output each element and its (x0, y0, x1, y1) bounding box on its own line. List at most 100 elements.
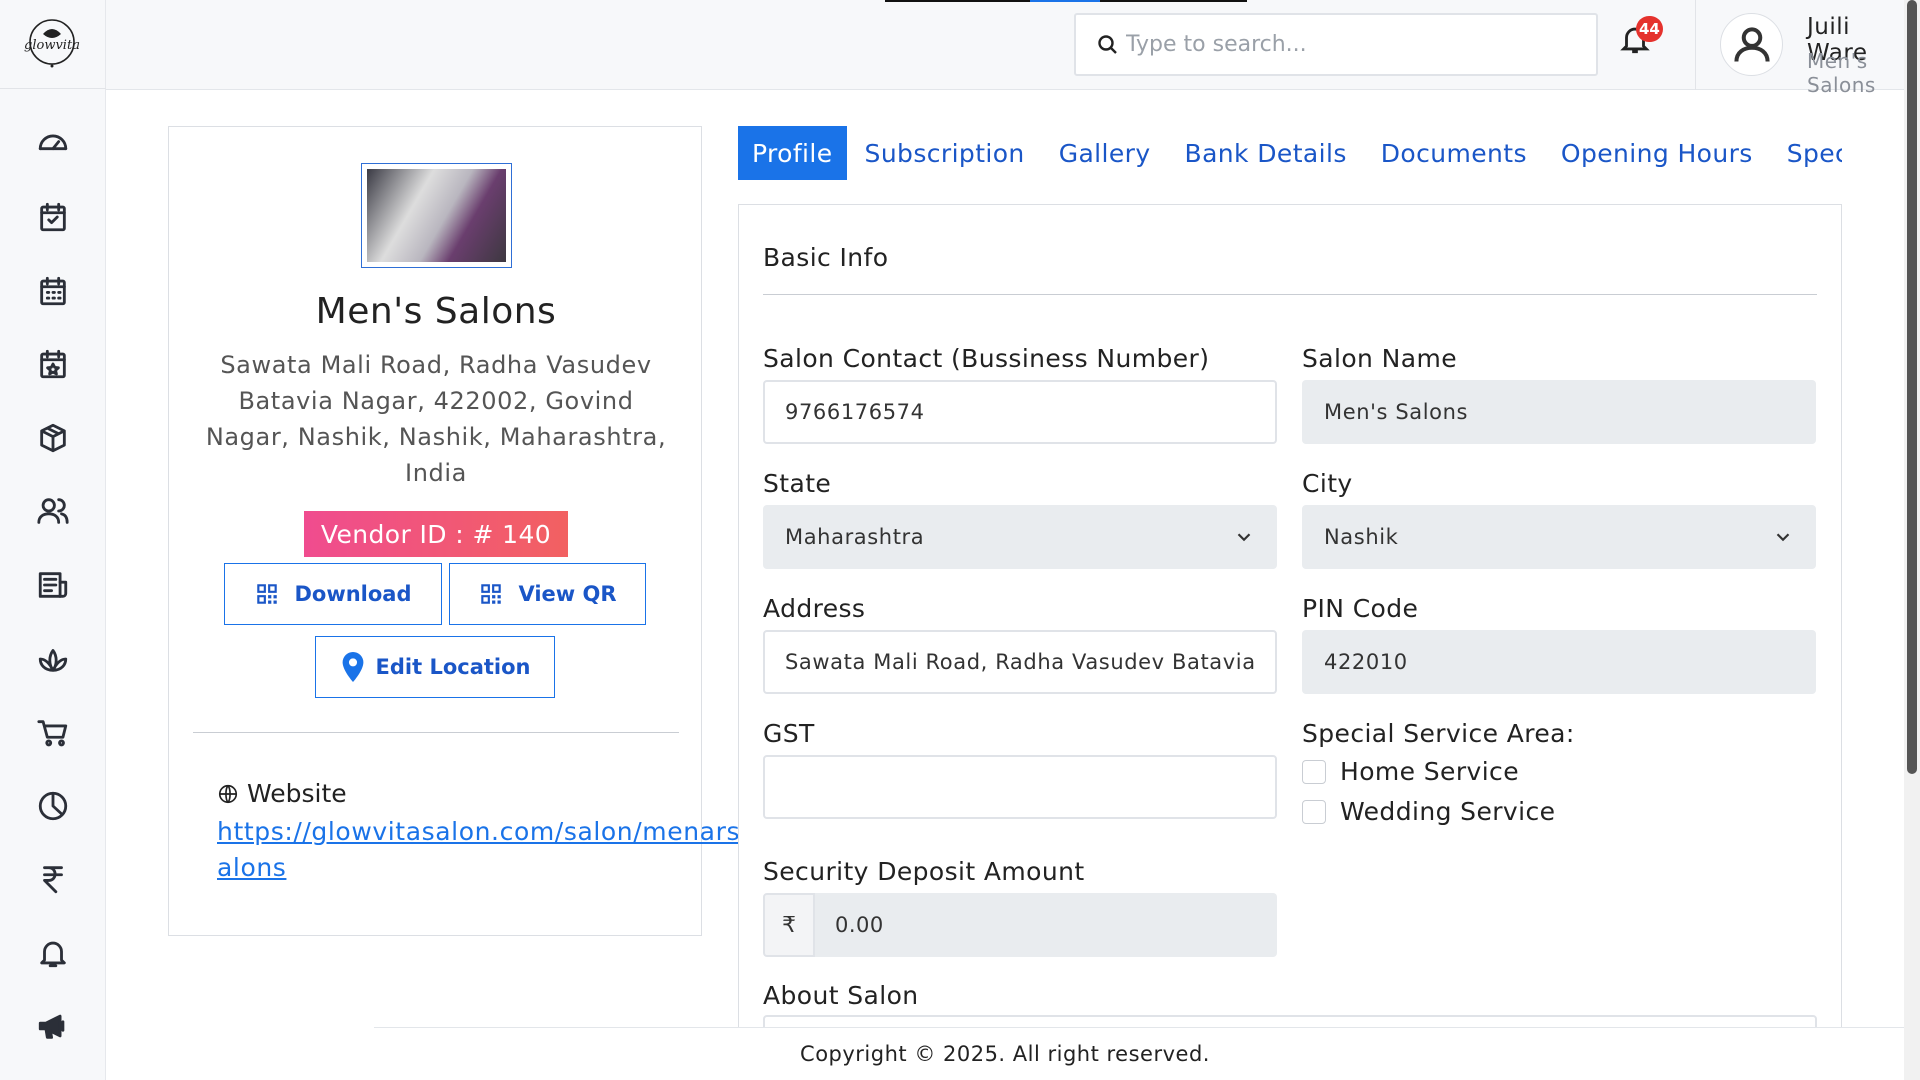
search-icon (1098, 34, 1117, 54)
pin-code-input[interactable]: 422010 (1302, 630, 1816, 694)
vendor-id-badge: Vendor ID : # 140 (304, 511, 568, 557)
tab-documents[interactable]: Documents (1367, 126, 1541, 180)
profile-card: Men's Salons Sawata Mali Road, Radha Vas… (168, 126, 763, 936)
qr-code-icon (481, 584, 502, 604)
sidebar-item-marketing[interactable] (29, 1002, 77, 1050)
view-qr-label: View QR (518, 582, 617, 606)
brand-logo[interactable]: glowvita (18, 14, 86, 76)
scrollbar-thumb[interactable] (1907, 0, 1917, 774)
rupee-icon (43, 866, 63, 894)
cart-icon (37, 720, 68, 747)
city-select[interactable]: Nashik (1302, 505, 1816, 569)
map-pin-icon (342, 652, 363, 682)
search-box[interactable] (1074, 13, 1598, 76)
website-link[interactable]: https://glowvitasalon.com/salon/menars-s… (217, 814, 777, 886)
tab-bar: Profile Subscription Gallery Bank Detail… (738, 126, 1842, 180)
state-value: Maharashtra (785, 525, 925, 549)
download-label: Download (294, 582, 412, 606)
sidebar-item-dashboard[interactable] (29, 119, 77, 167)
notification-count-badge: 44 (1636, 16, 1663, 42)
tab-profile[interactable]: Profile (738, 126, 847, 180)
top-bar: 44 Juili Ware Men's Salons (106, 0, 1904, 97)
user-avatar[interactable] (1720, 13, 1783, 76)
sidebar-item-products[interactable] (29, 414, 77, 462)
salon-address: Sawata Mali Road, Radha Vasudev Batavia … (205, 351, 667, 487)
salon-name-label: Salon Name (1302, 344, 1457, 373)
home-service-checkbox[interactable] (1302, 759, 1326, 784)
sidebar-item-services[interactable] (29, 635, 77, 683)
sidebar-item-events[interactable] (29, 340, 77, 388)
globe-icon (218, 784, 238, 803)
salon-name-heading: Men's Salons (315, 291, 557, 332)
tab-subscription[interactable]: Subscription (851, 126, 1039, 180)
address-input[interactable]: Sawata Mali Road, Radha Vasudev Batavia (763, 630, 1277, 694)
home-service-label: Home Service (1340, 757, 1519, 786)
calendar-star-icon (40, 349, 66, 379)
user-role: Men's Salons (1807, 49, 1876, 97)
contact-input[interactable]: 9766176574 (763, 380, 1277, 444)
salon-name-input[interactable]: Men's Salons (1302, 380, 1816, 444)
invoice-icon (38, 572, 68, 598)
copyright-text: Copyright © 2025. All right reserved. (800, 1042, 1210, 1066)
tab-opening-hours[interactable]: Opening Hours (1547, 126, 1767, 180)
sidebar-item-notifications[interactable] (29, 929, 77, 977)
deposit-label: Security Deposit Amount (763, 857, 1085, 886)
sidebar-divider (0, 88, 106, 89)
city-value: Nashik (1324, 525, 1399, 549)
gst-input[interactable] (763, 755, 1277, 819)
basic-info-form: Basic Info Salon Contact (Bussiness Numb… (738, 204, 1842, 1028)
section-divider (763, 294, 1817, 295)
rupee-icon: ₹ (763, 893, 815, 957)
user-icon (1733, 26, 1770, 62)
about-salon-label: About Salon (763, 981, 919, 1010)
pin-code-label: PIN Code (1302, 594, 1419, 623)
wedding-service-option[interactable]: Wedding Service (1302, 797, 1555, 826)
chevron-down-icon (1237, 533, 1251, 542)
deposit-input-group[interactable]: ₹ 0.00 (763, 893, 1277, 957)
dashboard-icon (38, 134, 68, 151)
deposit-input[interactable]: 0.00 (815, 893, 1277, 957)
chevron-down-icon (1776, 533, 1790, 542)
svg-text:glowvita: glowvita (24, 38, 80, 53)
sidebar-item-payments[interactable] (29, 855, 77, 903)
search-input[interactable] (1126, 32, 1566, 57)
sidebar-item-invoices[interactable] (29, 561, 77, 609)
home-service-option[interactable]: Home Service (1302, 757, 1519, 786)
tab-bank-details[interactable]: Bank Details (1171, 126, 1361, 180)
sidebar-item-shop[interactable] (29, 709, 77, 757)
wedding-service-checkbox[interactable] (1302, 799, 1326, 824)
pie-chart-icon (38, 791, 68, 821)
section-title: Basic Info (763, 243, 889, 272)
notifications-button[interactable]: 44 (1618, 16, 1663, 66)
sidebar-item-appointments[interactable] (29, 193, 77, 241)
view-qr-button[interactable]: View QR (449, 563, 646, 625)
megaphone-icon (38, 1014, 65, 1039)
address-label: Address (763, 594, 866, 623)
loading-bar-fill (1030, 0, 1100, 2)
website-heading: Website (217, 779, 347, 808)
qr-code-icon (257, 584, 278, 604)
edit-location-button[interactable]: Edit Location (315, 636, 555, 698)
gst-label: GST (763, 719, 815, 748)
card-divider (193, 732, 679, 733)
state-select[interactable]: Maharashtra (763, 505, 1277, 569)
sidebar-item-calendar[interactable] (29, 267, 77, 315)
tabs-container: Profile Subscription Gallery Bank Detail… (738, 120, 1842, 186)
city-label: City (1302, 469, 1353, 498)
sidebar-item-reports[interactable] (29, 782, 77, 830)
footer: Copyright © 2025. All right reserved. (106, 1028, 1904, 1080)
sidebar: glowvita (0, 0, 106, 1080)
sidebar-item-customers[interactable] (29, 487, 77, 535)
users-icon (37, 498, 69, 524)
calendar-grid-icon (40, 276, 66, 306)
contact-label: Salon Contact (Bussiness Number) (763, 344, 1210, 373)
tab-special[interactable]: Speci (1773, 126, 1842, 180)
wedding-service-label: Wedding Service (1340, 797, 1556, 826)
tab-gallery[interactable]: Gallery (1045, 126, 1165, 180)
calendar-check-icon (40, 202, 66, 232)
salon-image[interactable] (361, 163, 512, 268)
download-qr-button[interactable]: Download (224, 563, 442, 625)
glowvita-logo-icon: glowvita (24, 19, 80, 68)
edit-location-label: Edit Location (375, 655, 531, 679)
state-label: State (763, 469, 832, 498)
